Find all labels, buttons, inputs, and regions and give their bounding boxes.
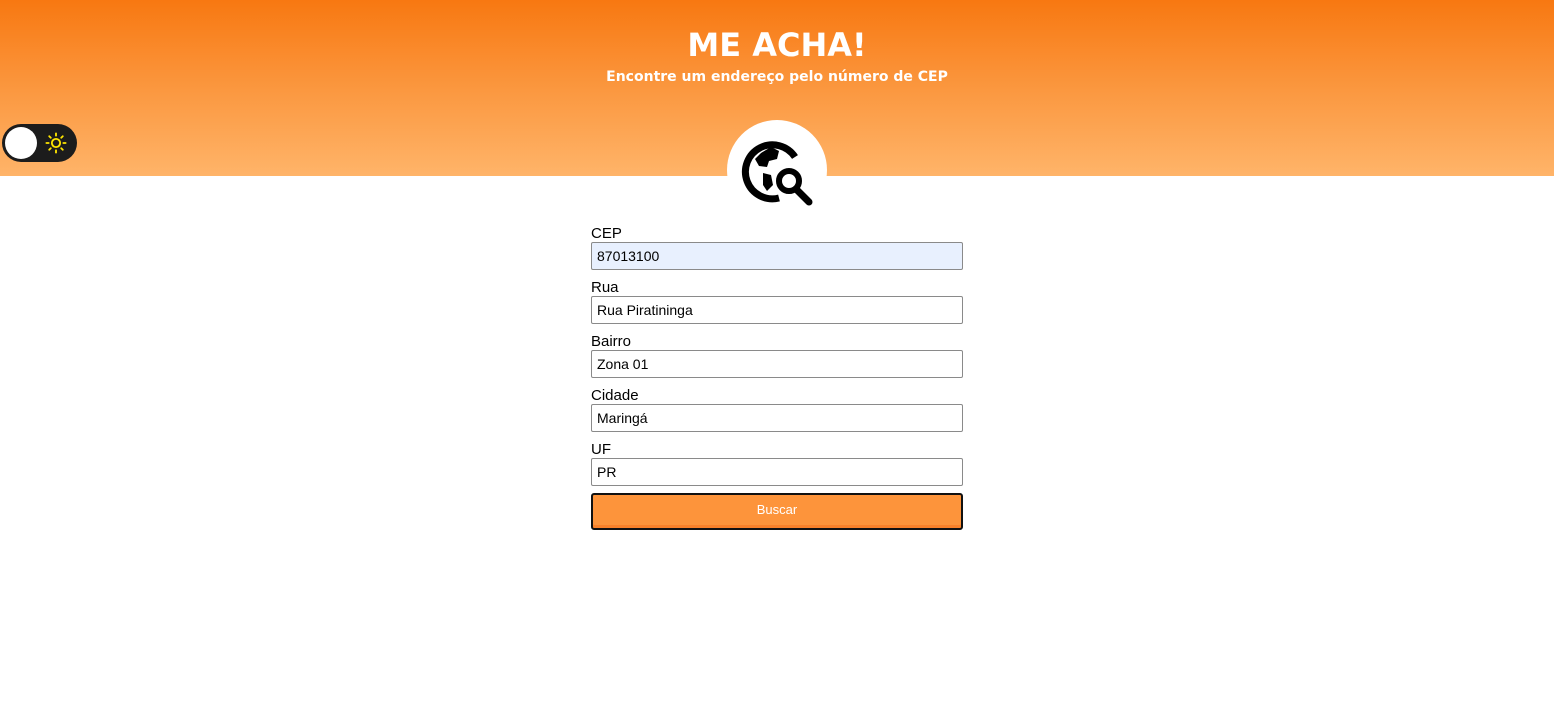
bairro-field: Bairro [591,334,963,388]
toggle-knob[interactable] [5,127,37,159]
address-form: CEP Rua Bairro Cidade UF Buscar [591,226,963,530]
uf-label: UF [591,441,611,458]
uf-field: UF [591,442,963,496]
search-button[interactable]: Buscar [591,493,963,530]
sun-icon [45,132,67,154]
rua-input[interactable] [591,296,963,324]
cep-label: CEP [591,225,622,242]
page-title: ME ACHA! [687,26,867,64]
uf-input[interactable] [591,458,963,486]
rua-field: Rua [591,280,963,334]
rua-label: Rua [591,279,619,296]
bairro-label: Bairro [591,333,632,350]
globe-search-icon [741,141,813,206]
cidade-input[interactable] [591,404,963,432]
theme-toggle[interactable] [2,124,77,162]
cep-field: CEP [591,226,963,280]
page-subtitle: Encontre um endereço pelo número de CEP [606,69,948,85]
logo [727,120,827,220]
cidade-label: Cidade [591,387,639,404]
cidade-field: Cidade [591,388,963,442]
cep-input[interactable] [591,242,963,270]
bairro-input[interactable] [591,350,963,378]
